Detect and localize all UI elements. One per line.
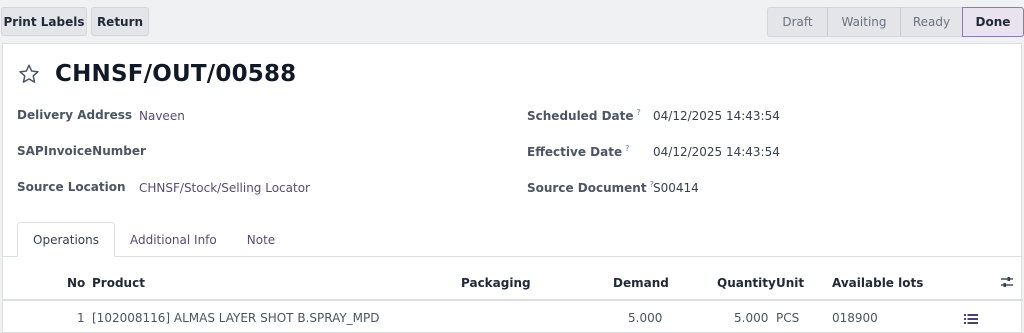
status-step-waiting[interactable]: Waiting: [827, 7, 900, 37]
tab-operations[interactable]: Operations: [17, 222, 115, 257]
status-bar: Draft Waiting Ready Done: [767, 7, 1024, 37]
status-step-draft[interactable]: Draft: [767, 7, 827, 37]
cell-unit[interactable]: PCS: [776, 311, 799, 325]
status-step-ready[interactable]: Ready: [900, 7, 962, 37]
column-header-no[interactable]: No: [67, 276, 85, 290]
status-step-label: Draft: [782, 15, 813, 29]
optional-columns-icon[interactable]: [1000, 275, 1014, 289]
source-document-value[interactable]: S00414: [653, 181, 699, 195]
column-header-unit[interactable]: Unit: [776, 276, 804, 290]
tab-note[interactable]: Note: [232, 222, 290, 257]
notebook-tabs: Operations Additional Info Note: [17, 222, 290, 257]
print-labels-button[interactable]: Print Labels: [1, 7, 87, 36]
source-location-value[interactable]: CHNSF/Stock/Selling Locator: [139, 181, 310, 195]
table-header: No Product Packaging Demand Quantity Uni…: [3, 265, 1023, 301]
status-step-label: Waiting: [841, 15, 887, 29]
source-location-label: Source Location: [17, 180, 126, 194]
record-title-row: CHNSF/OUT/00588: [18, 61, 296, 87]
tab-additional-info[interactable]: Additional Info: [115, 222, 232, 257]
cell-no: 1: [77, 311, 85, 325]
status-step-label: Ready: [912, 15, 951, 29]
effective-date-label-text: Effective Date: [527, 145, 623, 159]
cell-demand[interactable]: 5.000: [628, 311, 662, 325]
table-row[interactable]: 1 [102008116] ALMAS LAYER SHOT B.SPRAY_M…: [3, 303, 1023, 333]
column-header-packaging[interactable]: Packaging: [461, 276, 531, 290]
column-header-product[interactable]: Product: [92, 276, 145, 290]
status-step-label: Done: [975, 15, 1011, 29]
column-header-available-lots[interactable]: Available lots: [832, 276, 923, 290]
effective-date-value[interactable]: 04/12/2025 14:43:54: [653, 145, 780, 159]
source-document-label-text: Source Document: [527, 181, 647, 195]
form-sheet: CHNSF/OUT/00588 Delivery Address Naveen …: [2, 43, 1023, 333]
help-icon[interactable]: ?: [625, 144, 629, 153]
status-step-done[interactable]: Done: [962, 7, 1024, 37]
sap-invoice-number-label: SAPInvoiceNumber: [17, 144, 146, 158]
scheduled-date-label: Scheduled Date?: [527, 108, 641, 123]
effective-date-label: Effective Date?: [527, 144, 629, 159]
detailed-operations-icon[interactable]: [964, 313, 978, 325]
control-panel: Print Labels Return Draft Waiting Ready …: [0, 0, 1024, 42]
star-outline-icon[interactable]: [18, 63, 40, 85]
cell-quantity[interactable]: 5.000: [734, 311, 768, 325]
delivery-address-value[interactable]: Naveen: [139, 109, 185, 123]
record-title: CHNSF/OUT/00588: [55, 61, 297, 87]
cell-available-lots[interactable]: 018900: [832, 311, 878, 325]
source-document-label: Source Document?: [527, 180, 654, 195]
help-icon[interactable]: ?: [637, 108, 641, 117]
scheduled-date-value[interactable]: 04/12/2025 14:43:54: [653, 109, 780, 123]
cell-product[interactable]: [102008116] ALMAS LAYER SHOT B.SPRAY_MPD: [92, 311, 380, 325]
column-header-demand[interactable]: Demand: [613, 276, 669, 290]
scheduled-date-label-text: Scheduled Date: [527, 109, 634, 123]
delivery-address-label: Delivery Address: [17, 108, 133, 122]
return-button[interactable]: Return: [91, 7, 149, 36]
column-header-quantity[interactable]: Quantity: [717, 276, 776, 290]
